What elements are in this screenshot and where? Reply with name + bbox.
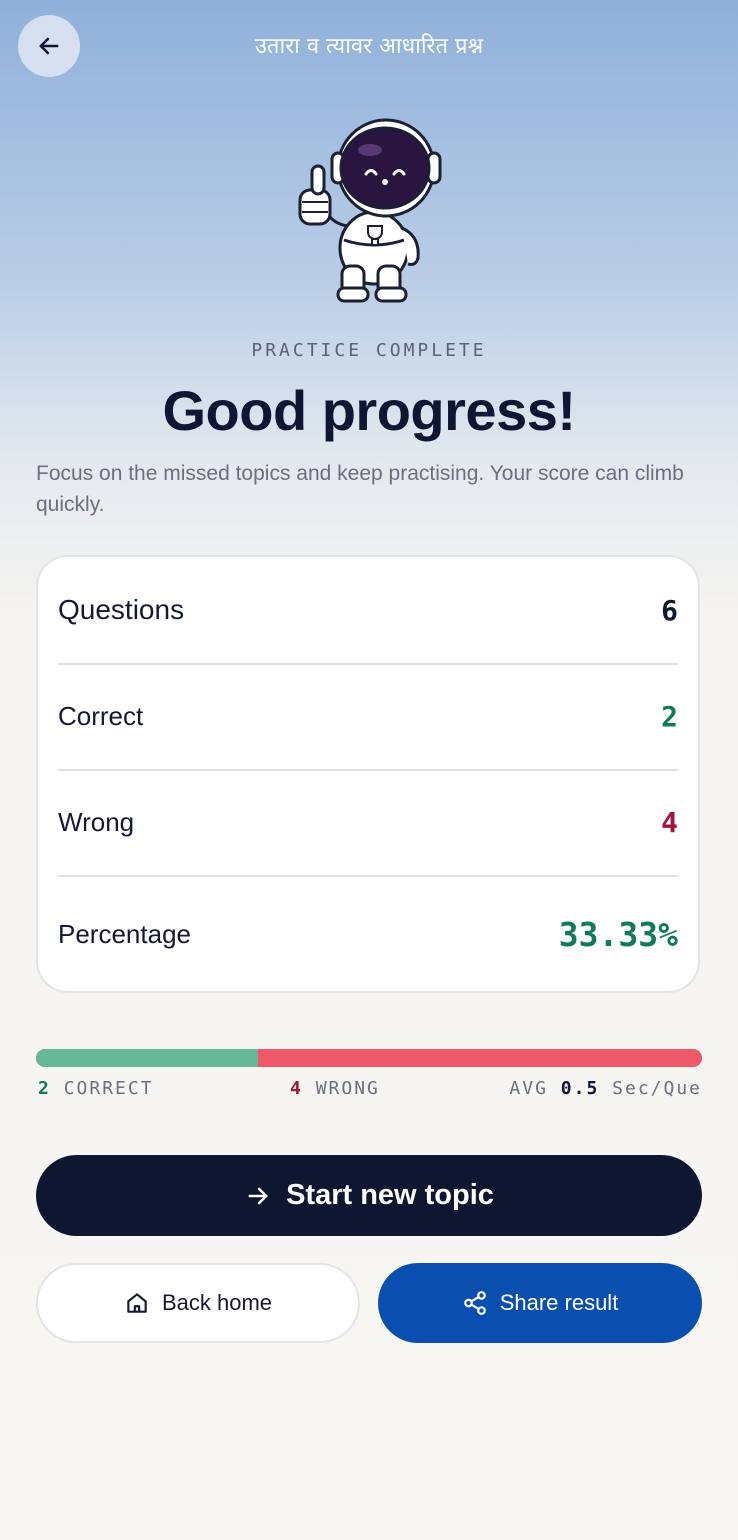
back-home-label: Back home bbox=[161, 1290, 273, 1315]
legend-correct: 2 CORRECT bbox=[38, 1078, 154, 1099]
legend-avg-value: 0.5 bbox=[560, 1078, 600, 1099]
eyebrow-label: PRACTICE COMPLETE bbox=[251, 340, 487, 361]
stat-label: Questions bbox=[58, 594, 185, 625]
legend-avg-prefix: AVG bbox=[509, 1078, 548, 1099]
astronaut-illustration bbox=[290, 118, 450, 308]
legend-correct-count: 2 bbox=[38, 1078, 51, 1099]
result-headline: Good progress! bbox=[162, 379, 576, 442]
stats-card: Questions 6 Correct 2 Wrong 4 Percentage… bbox=[36, 555, 700, 993]
score-progress-bar bbox=[36, 1049, 702, 1067]
result-subtext: Focus on the missed topics and keep prac… bbox=[36, 462, 684, 516]
progress-wrong-segment bbox=[257, 1049, 702, 1067]
stat-row-questions: Questions 6 bbox=[58, 557, 678, 665]
stat-value: 4 bbox=[661, 805, 678, 839]
stat-label: Wrong bbox=[58, 806, 135, 837]
share-icon bbox=[462, 1290, 488, 1316]
stat-row-wrong: Wrong 4 bbox=[58, 769, 678, 877]
start-new-topic-label: Start new topic bbox=[286, 1179, 494, 1211]
home-icon bbox=[124, 1290, 150, 1316]
stat-value: 2 bbox=[661, 699, 678, 733]
stat-row-percentage: Percentage 33.33% bbox=[58, 875, 678, 993]
start-new-topic-button[interactable]: Start new topic bbox=[36, 1155, 702, 1236]
legend-avg-unit: Sec/Que bbox=[612, 1078, 702, 1099]
share-result-button[interactable]: Share result bbox=[378, 1263, 702, 1343]
stat-label: Correct bbox=[58, 700, 144, 731]
legend-average-time: AVG 0.5 Sec/Que bbox=[509, 1078, 702, 1099]
page-title: उतारा व त्यावर आधारित प्रश्न bbox=[254, 34, 484, 59]
stat-value: 6 bbox=[661, 593, 678, 627]
back-home-button[interactable]: Back home bbox=[36, 1263, 360, 1343]
legend-wrong-label: WRONG bbox=[315, 1078, 380, 1099]
progress-correct-segment bbox=[36, 1049, 258, 1067]
stat-row-correct: Correct 2 bbox=[58, 663, 678, 771]
arrow-right-icon bbox=[244, 1182, 272, 1210]
stat-value: 33.33% bbox=[558, 914, 678, 954]
legend-wrong: 4 WRONG bbox=[290, 1078, 380, 1099]
legend-correct-label: CORRECT bbox=[63, 1078, 154, 1099]
legend-wrong-count: 4 bbox=[290, 1078, 303, 1099]
share-result-label: Share result bbox=[499, 1290, 619, 1315]
stat-label: Percentage bbox=[58, 918, 191, 949]
